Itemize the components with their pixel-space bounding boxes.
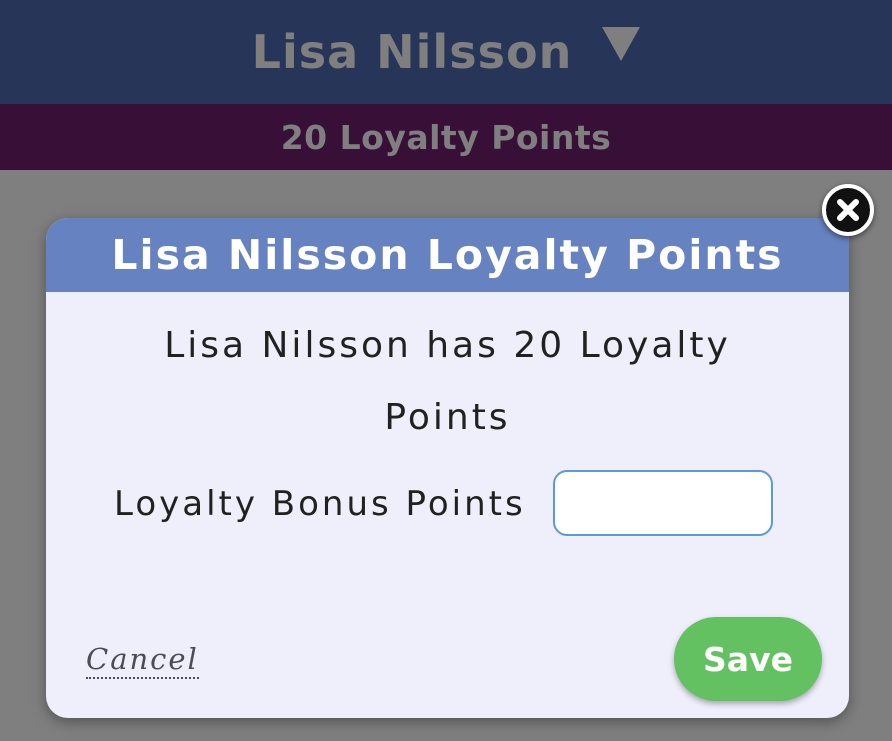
save-button[interactable]: Save (674, 617, 822, 701)
bonus-points-input[interactable] (553, 470, 773, 536)
close-button[interactable] (822, 184, 874, 236)
cancel-button[interactable]: Cancel (86, 642, 199, 679)
dialog-message: Lisa Nilsson has 20 Loyalty Points (164, 325, 731, 438)
bonus-points-row: Loyalty Bonus Points (46, 470, 849, 540)
dialog-header: Lisa Nilsson Loyalty Points (46, 218, 849, 292)
close-icon (837, 199, 859, 221)
loyalty-points-dialog: Lisa Nilsson Loyalty Points Lisa Nilsson… (46, 218, 849, 718)
page: Lisa Nilsson 20 Loyalty Points Lisa Nils… (0, 0, 892, 741)
bonus-points-label: Loyalty Bonus Points (114, 484, 526, 524)
dialog-title: Lisa Nilsson Loyalty Points (111, 231, 784, 279)
